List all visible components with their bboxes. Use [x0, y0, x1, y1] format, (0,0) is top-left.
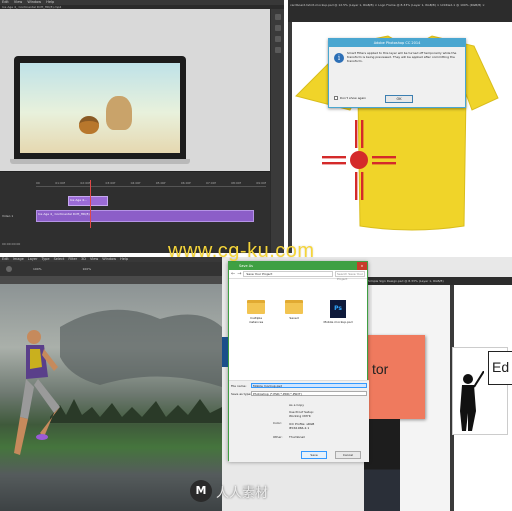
- acorn-icon: [79, 116, 99, 134]
- save-type-label: Save as type:: [231, 392, 252, 396]
- file-label: Saved: [289, 316, 299, 320]
- menu-item[interactable]: View: [14, 0, 22, 4]
- window-title: Save As: [239, 264, 253, 268]
- file-item-folder[interactable]: Saved: [281, 300, 307, 320]
- back-arrow-icon[interactable]: ←: [231, 271, 235, 277]
- photoshop-doc-sidebar: [222, 337, 228, 367]
- ruler-tick: 02:00f: [80, 181, 91, 185]
- logo-text: 人人素材: [216, 485, 269, 501]
- storm-clouds: [60, 309, 222, 387]
- form-area: File name: Mobile mockup.psd Save as typ…: [229, 380, 369, 462]
- ruler-tick: 01:00f: [55, 181, 65, 185]
- ruler-tick: 04:00f: [130, 181, 141, 185]
- timeline-footer: 00:00:00:00: [2, 242, 21, 246]
- title-bar: Save As ×: [229, 262, 367, 270]
- monitor-stand: [10, 159, 190, 164]
- runner-figure: [14, 330, 60, 455]
- ruler-tick: 06:00f: [180, 181, 191, 185]
- ruler-tick: 00: [36, 181, 40, 185]
- squirrel-figure: [106, 96, 132, 130]
- logo-mark-icon: M: [190, 480, 212, 502]
- video-frame: [20, 63, 180, 153]
- dock-icon[interactable]: [274, 47, 281, 53]
- dont-show-checkbox[interactable]: [334, 96, 338, 100]
- track-label: Video 1: [2, 214, 14, 218]
- file-item-folder[interactable]: multiple instances: [243, 300, 269, 324]
- dont-show-label: Don't show again: [340, 95, 367, 100]
- watermark-text: www.cg-ku.com: [168, 240, 315, 262]
- save-type-select[interactable]: Photoshop (*.PSD;*.PDD;*.PSDT): [251, 391, 367, 396]
- dock-icon[interactable]: [274, 14, 281, 20]
- dock-icon[interactable]: [274, 36, 281, 42]
- folder-icon: [247, 300, 265, 314]
- save-button[interactable]: Save: [301, 451, 327, 459]
- color-option[interactable]: ICC Profile: sRGB IEC61966-2.1: [289, 422, 327, 430]
- close-button[interactable]: ×: [357, 262, 367, 270]
- dialog-message: Smart Filters applied to this layer will…: [347, 51, 457, 63]
- photoshop-alert-dialog: Adobe Photoshop CC 2014 i Smart Filters …: [328, 38, 466, 108]
- color-option[interactable]: Use Proof Setup: Working CMYK: [289, 410, 327, 418]
- right-dock: [270, 9, 284, 253]
- file-label: multiple instances: [248, 316, 264, 324]
- panel-video-timeline: Edit View Window Help Ice Age 4_ Contine…: [0, 0, 284, 253]
- forward-arrow-icon[interactable]: →: [237, 271, 241, 277]
- stick-figure-icon: [460, 371, 484, 431]
- ruler-tick: 05:00f: [155, 181, 166, 185]
- nav-bar: ← → Save Your Project Search Save Your P…: [229, 270, 367, 281]
- panel-save-dialog: Simple Sign Design.psd @ 8.33% (Layer 1,…: [222, 257, 512, 511]
- option-checkbox[interactable]: As a Copy: [289, 403, 304, 407]
- dialog-title: Adobe Photoshop CC 2014: [329, 39, 465, 47]
- grid-divider-vertical: [284, 0, 288, 257]
- info-icon: i: [334, 53, 344, 63]
- ruler-tick: 07:00f: [206, 181, 216, 185]
- other-label: Other:: [273, 435, 283, 439]
- clip-main[interactable]: Ice Age 4_ Continental Drift_HD(8).: [36, 210, 254, 222]
- file-list: multiple instances Saved Ps Mobile mocku…: [229, 280, 369, 380]
- ruler-tick: 03:00f: [105, 181, 116, 185]
- ruler-tick: 08:00f: [231, 181, 241, 185]
- person-body: [364, 419, 400, 511]
- file-name-field[interactable]: Mobile mockup.psd: [251, 383, 367, 388]
- ruler-tick: 09:00f: [256, 181, 266, 185]
- cancel-button[interactable]: Cancel: [335, 451, 361, 459]
- menu-item[interactable]: Help: [46, 0, 54, 4]
- address-bar[interactable]: Save Your Project: [243, 271, 333, 277]
- treeline: [50, 399, 222, 423]
- thumbnail-checkbox[interactable]: Thumbnail: [289, 435, 305, 439]
- playhead[interactable]: [90, 180, 91, 228]
- file-label: Mobile mockup.psd: [323, 320, 353, 324]
- menu-item[interactable]: Window: [27, 0, 41, 4]
- dock-icon[interactable]: [274, 25, 281, 31]
- panel-tshirt-mockup: cardboard-tshirt-mockup.psd @ 12.5% (Lay…: [288, 0, 512, 253]
- folder-icon: [285, 300, 303, 314]
- panel-runner-composite: Edit Image Layer Type Select Filter 3D View Wind…: [0, 257, 222, 511]
- file-name-label: File name:: [231, 384, 247, 388]
- save-as-window: Save As × ← → Save Your Project Search S…: [228, 261, 369, 462]
- file-item-psd[interactable]: Ps Mobile mockup.psd: [323, 300, 353, 324]
- sign-text-ed: Ed: [492, 359, 510, 375]
- orange-sign: [367, 335, 425, 419]
- runner-scene: [14, 309, 222, 455]
- psd-file-icon: Ps: [330, 300, 346, 318]
- ps-document-tab[interactable]: Simple Sign Design.psd @ 8.33% (Layer 1,…: [362, 277, 512, 285]
- color-label: Color:: [273, 421, 282, 425]
- timeline-ruler[interactable]: 00 01:00f 02:00f 03:00f 04:00f 05:00f 06:00f 07…: [36, 181, 266, 187]
- clip-small[interactable]: Ice Age 4...: [68, 196, 108, 206]
- site-logo: M 人人素材: [190, 478, 268, 504]
- ok-button[interactable]: OK: [385, 95, 413, 103]
- sign-text-tor: tor: [372, 361, 389, 377]
- menu-item[interactable]: Edit: [2, 0, 9, 4]
- search-box[interactable]: Search Save Your Project: [335, 271, 365, 281]
